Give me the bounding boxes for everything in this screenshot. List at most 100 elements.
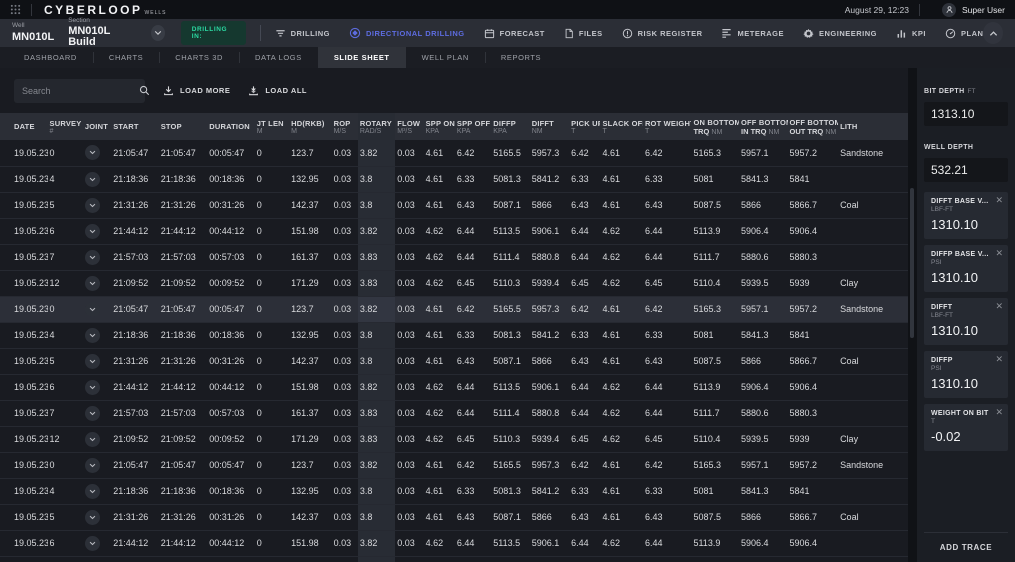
cell-on-bottom: 5111.7 xyxy=(691,244,739,270)
table-row[interactable]: 19.05.23421:18:3621:18:3600:18:360132.95… xyxy=(0,478,908,504)
load-more-button[interactable]: LOAD MORE xyxy=(163,85,230,96)
table-row[interactable]: 19.05.23621:44:1221:44:1200:44:120151.98… xyxy=(0,218,908,244)
table-row[interactable]: 19.05.23521:31:2621:31:2600:31:260142.37… xyxy=(0,348,908,374)
well-depth-value[interactable]: 532.21 xyxy=(924,158,1008,182)
close-icon[interactable]: ✕ xyxy=(995,302,1003,311)
cell-difft: 5880.8 xyxy=(530,244,569,270)
column-header-hd-rkb-[interactable]: HD(RKB)M xyxy=(289,113,331,140)
column-header-rop[interactable]: ROPM/S xyxy=(332,113,358,140)
close-icon[interactable]: ✕ xyxy=(995,355,1003,364)
table-row[interactable]: 19.05.23421:18:3621:18:3600:18:360132.95… xyxy=(0,166,908,192)
app-grid-icon[interactable] xyxy=(10,4,21,15)
table-row[interactable]: 19.05.23521:31:2621:31:2600:31:260142.37… xyxy=(0,504,908,530)
cell-spp-on: 4.61 xyxy=(424,348,455,374)
vertical-scrollbar[interactable] xyxy=(908,68,917,562)
load-all-button[interactable]: LOAD ALL xyxy=(248,85,307,96)
section-dropdown-button[interactable] xyxy=(151,25,165,41)
expand-row-button[interactable] xyxy=(85,458,100,473)
column-header-survey[interactable]: SURVEY# xyxy=(48,113,83,140)
column-header-date[interactable]: DATE xyxy=(0,113,48,140)
expand-row-button[interactable] xyxy=(85,510,100,525)
cell-pick-up: 6.45 xyxy=(569,270,600,296)
column-header-joint[interactable]: JOINT xyxy=(83,113,111,140)
close-icon[interactable]: ✕ xyxy=(995,408,1003,417)
table-row[interactable]: 19.05.23021:05:4721:05:4700:05:470123.70… xyxy=(0,452,908,478)
column-header-rotary[interactable]: ROTARYRAD/S xyxy=(358,113,395,140)
column-header-difft[interactable]: DIFFTNM xyxy=(530,113,569,140)
expand-row-button[interactable] xyxy=(85,250,100,265)
cell-spp-on: 4.61 xyxy=(424,140,455,166)
user-menu[interactable]: Super User xyxy=(942,3,1005,17)
table-row[interactable]: 19.05.23721:57:0321:57:0300:57:030161.37… xyxy=(0,400,908,426)
column-header-off-bottom[interactable]: OFF BOTTOMIN TRQ NM xyxy=(739,113,788,140)
expand-row-button[interactable] xyxy=(85,145,100,160)
table-row[interactable]: 19.05.23521:31:2621:31:2600:31:260142.37… xyxy=(0,192,908,218)
table-row[interactable]: 19.05.23021:05:4721:05:4700:05:470123.70… xyxy=(0,296,908,322)
cell-hd-rkb-: 151.98 xyxy=(289,218,331,244)
expand-row-button[interactable] xyxy=(85,328,100,343)
expand-row-button[interactable] xyxy=(85,432,100,447)
collapse-panel-button[interactable] xyxy=(983,22,1003,44)
table-row[interactable]: 19.05.23421:18:3621:18:3600:18:360132.95… xyxy=(0,322,908,348)
nav-item-drilling[interactable]: DRILLING xyxy=(275,28,330,39)
scrollbar-thumb[interactable] xyxy=(910,188,914,338)
nav-item-risk-register[interactable]: RISK REGISTER xyxy=(622,28,703,39)
expand-row-button[interactable] xyxy=(85,536,100,551)
expand-row-button[interactable] xyxy=(85,354,100,369)
cell-start: 21:57:03 xyxy=(111,400,159,426)
column-header-stop[interactable]: STOP xyxy=(159,113,208,140)
column-header-duration[interactable]: DURATION xyxy=(207,113,255,140)
tab-well-plan[interactable]: WELL PLAN xyxy=(406,47,485,68)
column-header-diffp[interactable]: DIFFPKPA xyxy=(491,113,529,140)
cell-flow: 0.03 xyxy=(395,218,423,244)
cell-spp-on: 4.62 xyxy=(424,426,455,452)
tab-reports[interactable]: REPORTS xyxy=(485,47,557,68)
table-row[interactable]: 19.05.231221:09:5221:09:5200:09:520171.2… xyxy=(0,426,908,452)
table-row[interactable]: 19.05.23721:57:0321:57:0300:57:030161.37… xyxy=(0,556,908,562)
column-header-pick-up[interactable]: PICK UPT xyxy=(569,113,600,140)
column-header-start[interactable]: START xyxy=(111,113,159,140)
expand-row-button[interactable] xyxy=(85,276,100,291)
column-header-slack-off[interactable]: SLACK OFFT xyxy=(600,113,642,140)
cell-date: 19.05.23 xyxy=(0,192,48,218)
search-input[interactable] xyxy=(22,86,139,96)
table-row[interactable]: 19.05.23021:05:4721:05:4700:05:470123.70… xyxy=(0,140,908,166)
table-row[interactable]: 19.05.23721:57:0321:57:0300:57:030161.37… xyxy=(0,244,908,270)
column-header-lith[interactable]: LITH xyxy=(838,113,908,140)
expand-row-button[interactable] xyxy=(85,198,100,213)
nav-item-directional-drilling[interactable]: DIRECTIONAL DRILLING xyxy=(349,27,465,39)
expand-row-button[interactable] xyxy=(85,406,100,421)
nav-item-files[interactable]: FILES xyxy=(564,28,603,39)
table-row[interactable]: 19.05.231221:09:5221:09:5200:09:520171.2… xyxy=(0,270,908,296)
cell-off-bottom: 5939 xyxy=(788,426,839,452)
column-header-rot-weight[interactable]: ROT WEIGHTT xyxy=(643,113,692,140)
close-icon[interactable]: ✕ xyxy=(995,249,1003,258)
tab-charts-3d[interactable]: CHARTS 3D xyxy=(159,47,239,68)
column-header-spp-on[interactable]: SPP ONKPA xyxy=(424,113,455,140)
expand-row-button[interactable] xyxy=(85,484,100,499)
expand-row-button[interactable] xyxy=(85,302,100,317)
table-row[interactable]: 19.05.23621:44:1221:44:1200:44:120151.98… xyxy=(0,530,908,556)
column-header-spp-off[interactable]: SPP OFFKPA xyxy=(455,113,491,140)
nav-item-engineering[interactable]: ENGINEERING xyxy=(803,28,877,39)
cell-jt-len: 0 xyxy=(255,192,289,218)
tab-slide-sheet[interactable]: SLIDE SHEET xyxy=(318,47,406,68)
nav-item-forecast[interactable]: FORECAST xyxy=(484,28,545,39)
expand-row-button[interactable] xyxy=(85,380,100,395)
column-header-flow[interactable]: FLOWM³/S xyxy=(395,113,423,140)
tab-dashboard[interactable]: DASHBOARD xyxy=(8,47,93,68)
table-row[interactable]: 19.05.23621:44:1221:44:1200:44:120151.98… xyxy=(0,374,908,400)
nav-item-kpi[interactable]: KPI xyxy=(896,28,926,39)
expand-row-button[interactable] xyxy=(85,172,100,187)
column-header-off-bottom[interactable]: OFF BOTTOMOUT TRQ NM xyxy=(788,113,839,140)
add-trace-button[interactable]: ADD TRACE xyxy=(924,532,1008,558)
close-icon[interactable]: ✕ xyxy=(995,196,1003,205)
bit-depth-value[interactable]: 1313.10 xyxy=(924,102,1008,126)
column-header-jt-len[interactable]: JT LENM xyxy=(255,113,289,140)
nav-item-meterage[interactable]: METERAGE xyxy=(721,28,784,39)
column-header-on-bottom[interactable]: ON BOTTOMTRQ NM xyxy=(691,113,739,140)
expand-row-button[interactable] xyxy=(85,224,100,239)
nav-item-plan[interactable]: PLAN xyxy=(945,28,983,39)
tab-data-logs[interactable]: DATA LOGS xyxy=(239,47,318,68)
tab-charts[interactable]: CHARTS xyxy=(93,47,159,68)
